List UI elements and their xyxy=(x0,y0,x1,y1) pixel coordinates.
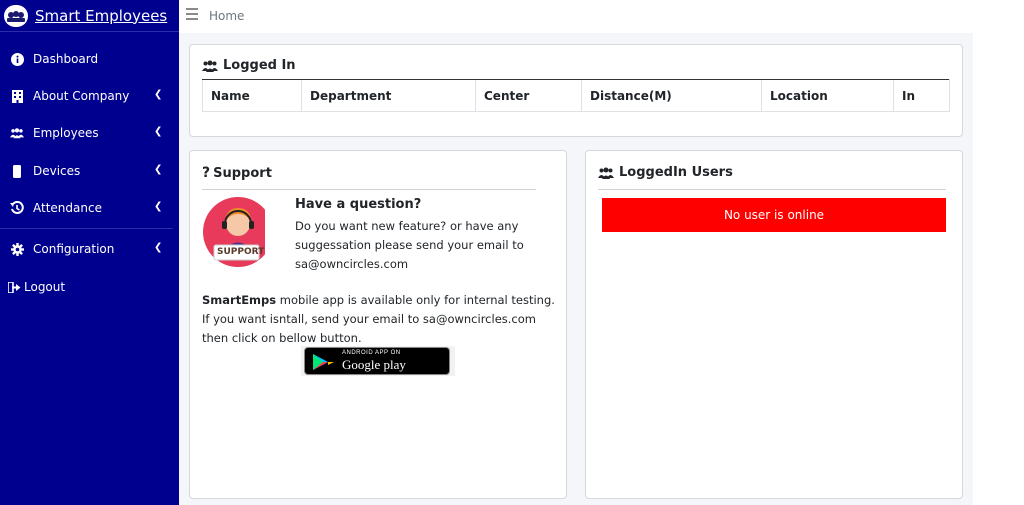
sidebar-item-label: Devices xyxy=(33,164,81,178)
question-body: Do you want new feature? or have any sug… xyxy=(295,219,524,271)
history-icon xyxy=(10,201,24,215)
gear-icon xyxy=(10,242,24,256)
app-availability-text: SmartEmps mobile app is available only f… xyxy=(202,293,555,345)
brand-link[interactable]: Smart Employees xyxy=(0,0,179,32)
sidebar-item-about-company[interactable]: About Company ❮ xyxy=(0,84,179,108)
question-title: Have a question? xyxy=(295,197,422,212)
sidebar-item-label: Dashboard xyxy=(33,52,99,66)
column-header-department: Department xyxy=(301,79,476,112)
column-header-distance: Distance(M) xyxy=(581,79,762,112)
building-icon xyxy=(10,89,24,103)
users-icon xyxy=(598,167,614,179)
loggedin-users-divider xyxy=(598,189,946,190)
sidebar-item-dashboard[interactable]: Dashboard xyxy=(0,47,179,71)
sign-out-icon xyxy=(7,281,21,293)
logged-in-title: Logged In xyxy=(202,58,296,73)
table-header-row: Name Department Center Distance(M) Locat… xyxy=(202,79,950,112)
users-icon xyxy=(202,60,218,72)
column-header-location: Location xyxy=(761,79,894,112)
top-navbar: Home xyxy=(179,0,1024,33)
mobile-device-icon xyxy=(10,164,24,178)
support-badge-text: SUPPORT xyxy=(217,247,265,257)
users-icon xyxy=(10,127,24,139)
sidebar-item-attendance[interactable]: Attendance ❮ xyxy=(0,196,179,220)
sidebar: Smart Employees Dashboard About Company … xyxy=(0,0,179,505)
loggedin-users-card: LoggedIn Users No user is online xyxy=(585,150,963,499)
sidebar-item-label: Employees xyxy=(33,126,99,140)
sidebar-item-configuration[interactable]: Configuration ❮ xyxy=(0,237,179,261)
hamburger-menu-icon[interactable] xyxy=(186,8,198,22)
sidebar-divider xyxy=(0,228,173,229)
breadcrumb-home[interactable]: Home xyxy=(209,9,244,23)
support-divider xyxy=(202,189,536,190)
google-play-icon xyxy=(313,354,334,370)
sidebar-item-logout[interactable]: Logout xyxy=(0,275,179,299)
sidebar-item-label: Logout xyxy=(24,280,66,294)
chevron-left-icon: ❮ xyxy=(154,164,163,175)
google-play-button[interactable]: ANDROID APP ON Google play xyxy=(301,346,455,376)
chevron-left-icon: ❮ xyxy=(154,89,163,100)
logged-in-card: Logged In Name Department Center Distanc… xyxy=(189,44,963,137)
brand-logo-icon xyxy=(4,4,28,27)
question-mark-icon: ? xyxy=(202,165,211,181)
brand-title: Smart Employees xyxy=(35,6,168,25)
main-content: Logged In Name Department Center Distanc… xyxy=(179,33,973,505)
app-brand-name: SmartEmps xyxy=(202,293,277,307)
sidebar-item-devices[interactable]: Devices ❮ xyxy=(0,159,179,183)
support-agent-image: SUPPORT xyxy=(202,194,273,271)
column-header-center: Center xyxy=(475,79,582,112)
support-title: ? Support xyxy=(202,165,272,181)
chevron-left-icon: ❮ xyxy=(154,201,163,212)
chevron-left-icon: ❮ xyxy=(154,242,163,253)
info-circle-icon xyxy=(10,52,24,66)
sidebar-item-employees[interactable]: Employees ❮ xyxy=(0,121,179,145)
no-user-alert: No user is online xyxy=(602,198,946,232)
column-header-name: Name xyxy=(202,79,302,112)
sidebar-item-label: Attendance xyxy=(33,201,102,215)
google-play-badge: ANDROID APP ON Google play xyxy=(304,347,450,375)
sidebar-item-label: Configuration xyxy=(33,242,115,256)
sidebar-item-label: About Company xyxy=(33,89,130,103)
chevron-left-icon: ❮ xyxy=(154,126,163,137)
column-header-in: In xyxy=(893,79,950,112)
logged-in-table: Name Department Center Distance(M) Locat… xyxy=(202,79,950,112)
loggedin-users-title: LoggedIn Users xyxy=(598,165,733,180)
support-card: ? Support SUPPORT Have a question? Do yo… xyxy=(189,150,567,499)
